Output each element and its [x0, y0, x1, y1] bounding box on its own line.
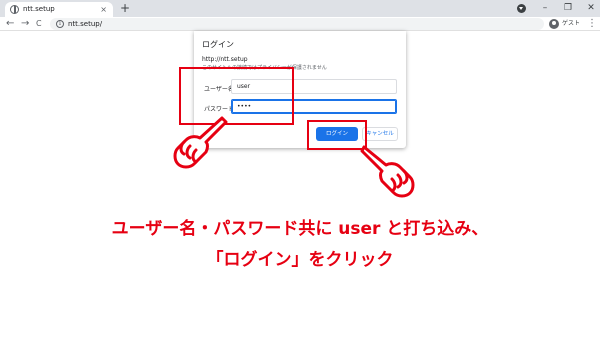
- tab-title: ntt.setup: [23, 5, 55, 13]
- tab-search-icon[interactable]: [517, 4, 526, 13]
- dialog-url: http://ntt.setup: [202, 56, 248, 63]
- avatar-icon: [549, 19, 559, 29]
- browser-toolbar: ← → C i ntt.setup/ ゲスト ⋮: [0, 17, 600, 31]
- new-tab-button[interactable]: +: [120, 1, 130, 15]
- reload-button[interactable]: C: [36, 17, 42, 31]
- forward-button[interactable]: →: [21, 17, 29, 31]
- instruction-line-1: ユーザー名・パスワード共に user と打ち込み、: [111, 219, 489, 239]
- profile-label: ゲスト: [562, 20, 581, 27]
- address-url: ntt.setup/: [68, 20, 103, 28]
- minimize-button[interactable]: –: [538, 0, 552, 17]
- restore-button[interactable]: ❐: [561, 0, 575, 17]
- pointing-hand-icon-2: [360, 145, 415, 198]
- browser-tab[interactable]: ntt.setup ×: [5, 2, 113, 17]
- tab-close-icon[interactable]: ×: [100, 3, 107, 16]
- globe-icon: [10, 5, 19, 14]
- window-close-button[interactable]: ✕: [584, 0, 598, 17]
- instruction-line-2: 「ログイン」をクリック: [206, 250, 394, 270]
- cancel-button[interactable]: キャンセル: [362, 127, 398, 141]
- dialog-title: ログイン: [202, 40, 234, 49]
- menu-icon[interactable]: ⋮: [587, 17, 597, 31]
- pointing-hand-icon: [173, 116, 228, 169]
- tab-strip: ntt.setup × + – ❐ ✕: [0, 0, 600, 17]
- login-highlight-box: [307, 120, 367, 150]
- back-button[interactable]: ←: [6, 17, 14, 31]
- address-bar[interactable]: i ntt.setup/: [50, 18, 544, 30]
- info-icon[interactable]: i: [56, 20, 64, 28]
